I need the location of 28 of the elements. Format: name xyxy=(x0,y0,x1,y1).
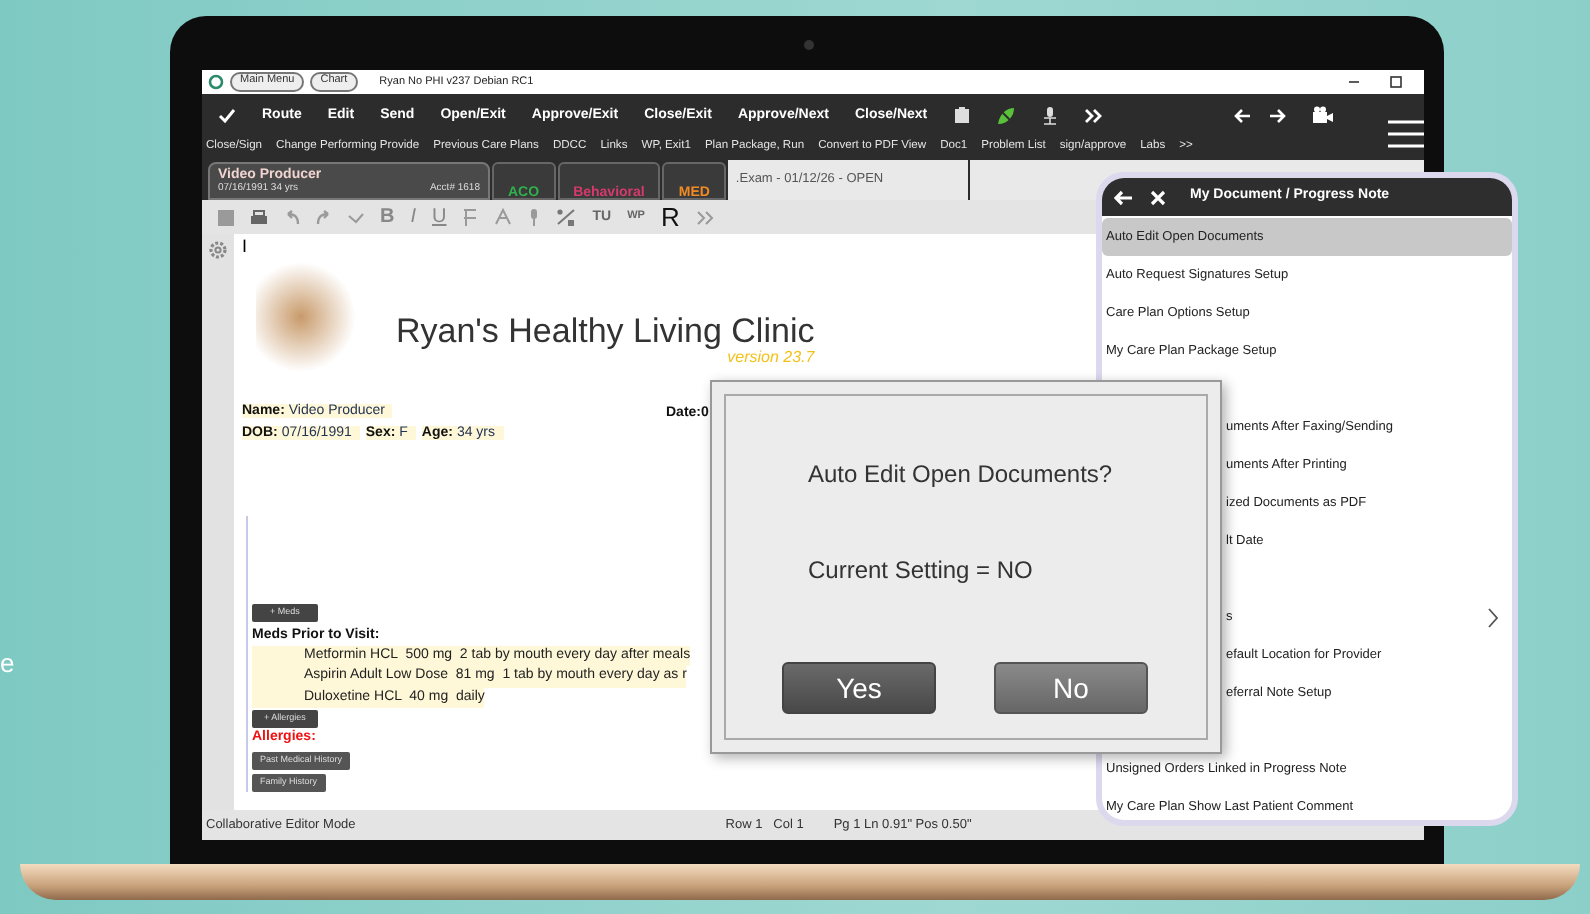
no-button[interactable]: No xyxy=(994,662,1148,714)
print-icon[interactable] xyxy=(250,209,268,225)
close-icon[interactable] xyxy=(1150,189,1166,205)
check-icon[interactable] xyxy=(348,211,364,223)
back-arrow-icon[interactable] xyxy=(1114,189,1134,205)
gear-icon[interactable] xyxy=(208,240,228,260)
chevron-right-icon[interactable] xyxy=(1488,608,1498,628)
fraction-icon[interactable] xyxy=(556,208,577,226)
forward-arrow-icon[interactable] xyxy=(1267,107,1286,123)
background-text: e xyxy=(0,646,15,682)
menu-icon[interactable] xyxy=(1388,120,1424,148)
clinic-name: Ryan's Healthy Living Clinic xyxy=(396,314,815,348)
leaf-icon[interactable] xyxy=(995,105,1016,125)
clipboard-icon[interactable] xyxy=(953,106,970,124)
font-color-icon[interactable] xyxy=(494,208,513,226)
app-logo-icon xyxy=(208,74,224,90)
minimize-icon[interactable] xyxy=(1348,76,1360,88)
video-camera-icon[interactable] xyxy=(1311,106,1334,124)
dialog-question: Auto Edit Open Documents? xyxy=(808,458,1115,492)
microphone-icon[interactable] xyxy=(1041,105,1058,125)
camera-icon xyxy=(804,40,814,50)
version-label: version 23.7 xyxy=(727,350,815,366)
maximize-icon[interactable] xyxy=(1390,76,1402,88)
dialog-setting: Current Setting = NO xyxy=(808,554,1035,588)
format-button[interactable]: R xyxy=(660,204,680,230)
back-arrow-icon[interactable] xyxy=(1233,107,1252,123)
text-cursor: I xyxy=(242,238,250,258)
yes-button[interactable]: Yes xyxy=(782,662,936,714)
